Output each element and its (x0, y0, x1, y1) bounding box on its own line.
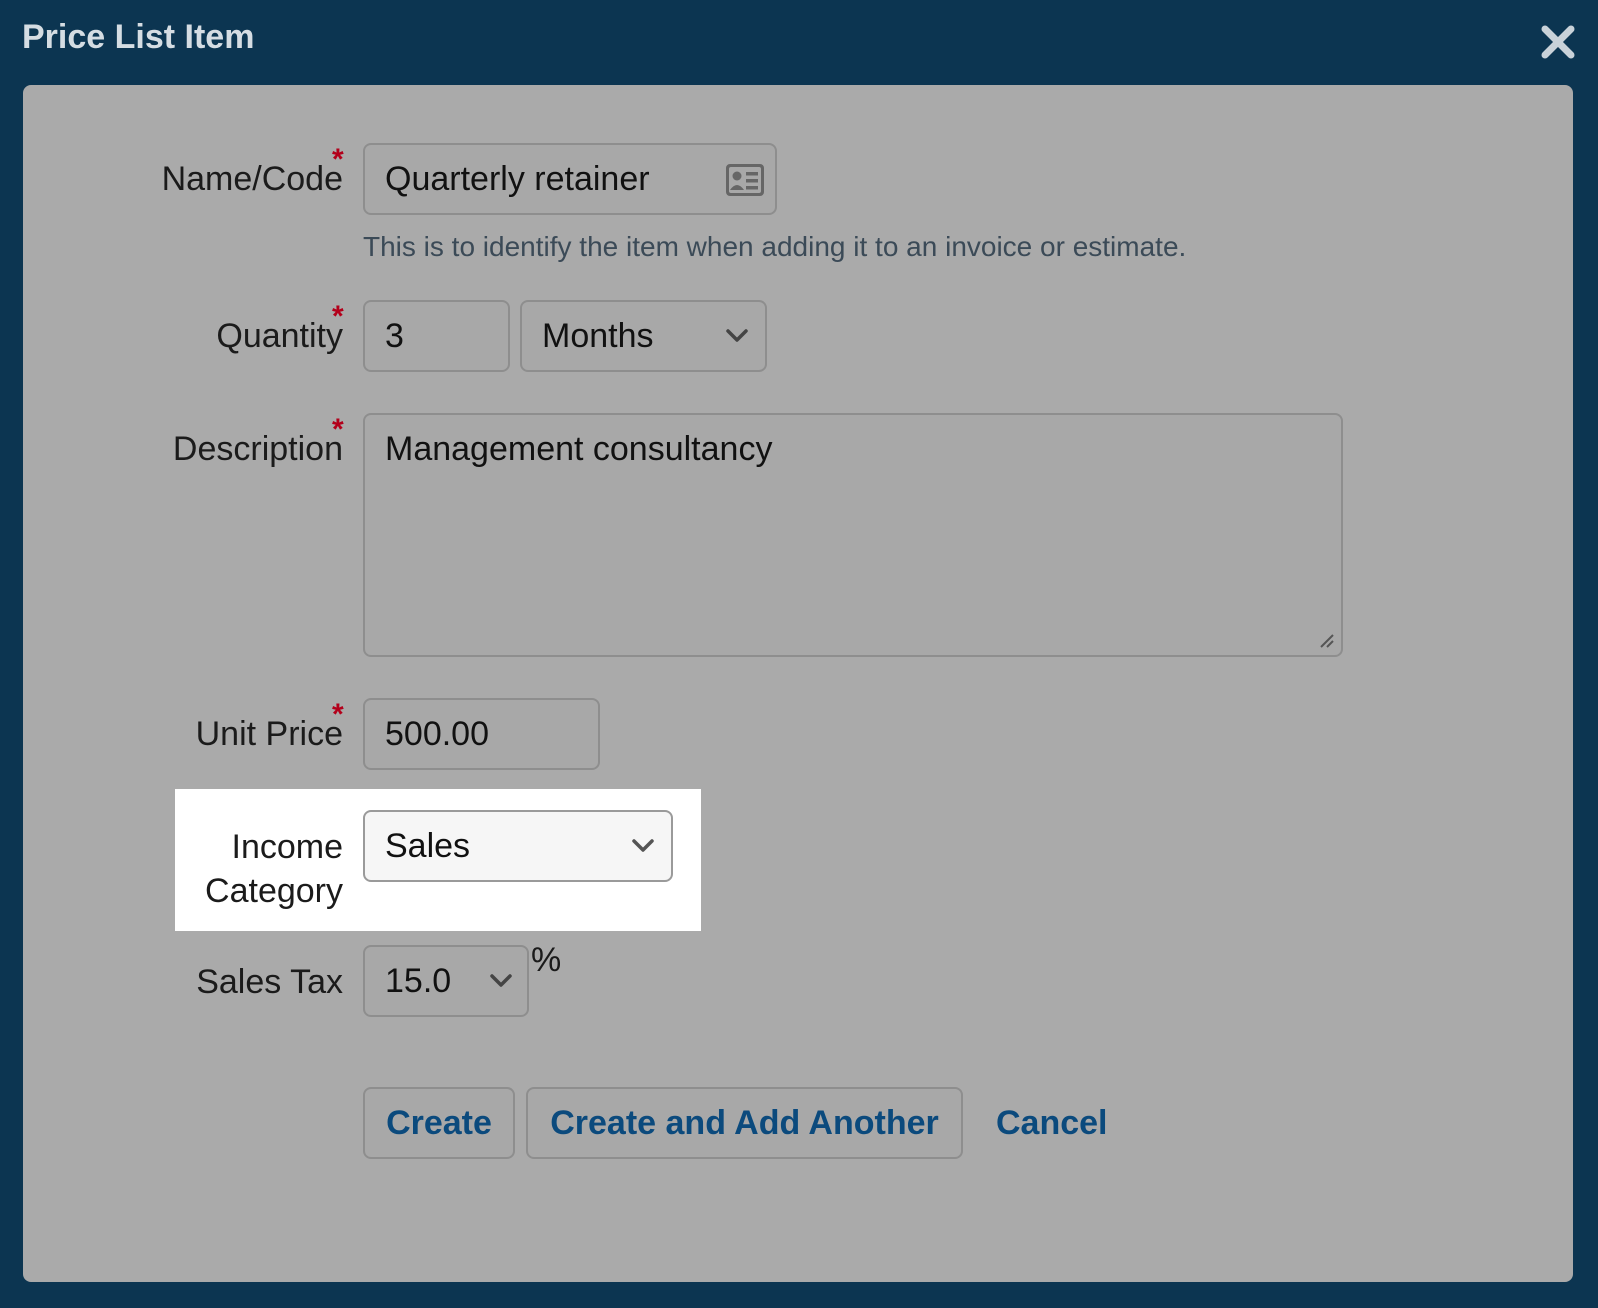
quantity-unit-select[interactable]: Months (520, 300, 767, 372)
unit-price-label: Unit Price (195, 715, 343, 753)
quantity-unit-value: Months (542, 317, 654, 355)
description-textarea[interactable]: Management consultancy (363, 413, 1343, 657)
income-category-label-line2: Category (205, 872, 343, 910)
name-code-input[interactable]: Quarterly retainer (363, 143, 777, 215)
close-icon (1541, 25, 1575, 59)
name-code-value: Quarterly retainer (385, 160, 650, 198)
income-category-value: Sales (385, 827, 471, 865)
chevron-down-icon (726, 329, 748, 342)
create-button[interactable]: Create (363, 1087, 515, 1159)
required-mark: * (332, 698, 344, 731)
quantity-value: 3 (385, 317, 404, 355)
resize-handle-icon[interactable] (1319, 633, 1335, 649)
required-mark: * (332, 300, 344, 333)
unit-price-value: 500.00 (385, 715, 489, 753)
unit-price-input[interactable]: 500.00 (363, 698, 600, 770)
sales-tax-select[interactable]: 15.0 (363, 945, 529, 1017)
chevron-down-icon (490, 974, 512, 987)
description-label: Description (172, 430, 343, 468)
form-panel: Name/Code * Quarterly retainer This is t… (23, 85, 1573, 1282)
sales-tax-value: 15.0 (385, 962, 452, 1000)
cancel-link[interactable]: Cancel (996, 1103, 1108, 1143)
name-code-help: This is to identify the item when adding… (363, 231, 1187, 262)
name-code-label: Name/Code (161, 160, 343, 198)
close-button[interactable] (1540, 24, 1576, 60)
quantity-label: Quantity (216, 317, 343, 355)
dialog-title: Price List Item (22, 18, 255, 56)
create-and-add-another-button[interactable]: Create and Add Another (526, 1087, 963, 1159)
required-mark: * (332, 413, 344, 446)
required-mark: * (332, 143, 344, 176)
quantity-input[interactable]: 3 (363, 300, 510, 372)
contact-card-icon[interactable] (725, 163, 765, 197)
sales-tax-label: Sales Tax (196, 963, 343, 1001)
percent-suffix: % (531, 941, 562, 979)
description-value: Management consultancy (385, 430, 773, 468)
chevron-down-icon (632, 839, 654, 852)
income-category-label-line1: Income (231, 828, 344, 866)
income-category-select[interactable]: Sales (363, 810, 673, 882)
